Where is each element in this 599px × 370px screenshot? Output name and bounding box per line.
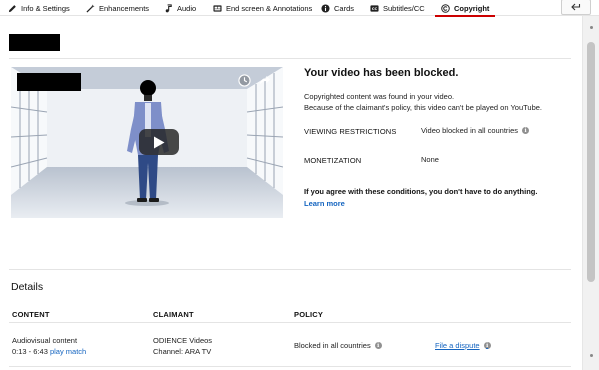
back-button[interactable] (561, 0, 591, 15)
viewing-restrictions-label: VIEWING RESTRICTIONS (304, 127, 397, 136)
back-arrow-icon (571, 3, 581, 11)
info-circle-icon (321, 3, 330, 13)
copyright-icon (441, 3, 450, 13)
learn-more-link[interactable]: Learn more (304, 199, 345, 208)
editor-tab-bar: Info & Settings Enhancements Audio End s… (0, 0, 599, 17)
pencil-icon (8, 4, 16, 12)
claimant-name: ODIENCE Videos (153, 336, 213, 345)
tab-enhancements[interactable]: Enhancements (86, 0, 149, 16)
viewing-restrictions-text: Video blocked in all countries (421, 126, 519, 135)
table-row-divider (9, 366, 571, 367)
tab-label: Info & Settings (21, 3, 70, 13)
video-player[interactable] (11, 67, 283, 218)
details-heading: Details (11, 281, 44, 293)
policy-cell: Blocked in all countries i (294, 341, 382, 350)
tab-end-screen-annotations[interactable]: End screen & Annotations (213, 0, 312, 16)
svg-text:CC: CC (372, 7, 378, 11)
blocked-status-title: Your video has been blocked. (304, 67, 459, 79)
info-icon[interactable]: i (522, 127, 530, 134)
music-note-icon (165, 3, 172, 12)
info-icon[interactable]: i (374, 342, 382, 349)
tab-label: Enhancements (99, 3, 150, 13)
cc-icon: CC (370, 4, 379, 12)
tab-label: Copyright (454, 3, 490, 13)
file-dispute-label: File a dispute (435, 341, 480, 350)
tab-cards[interactable]: Cards (321, 0, 354, 16)
details-top-divider (9, 269, 571, 270)
play-match-link[interactable]: play match (50, 347, 86, 356)
tab-copyright[interactable]: Copyright (434, 0, 496, 17)
policy-text: Blocked in all countries (294, 341, 371, 350)
tab-label: End screen & Annotations (226, 3, 313, 13)
vertical-scrollbar[interactable] (582, 16, 599, 370)
redacted-video-title (9, 34, 60, 51)
share-icon[interactable] (257, 73, 271, 87)
claimant-policy-text: Because of the claimant's policy, this v… (304, 103, 543, 112)
tab-audio[interactable]: Audio (164, 0, 196, 16)
tab-label: Audio (177, 3, 197, 13)
table-header-divider (9, 322, 571, 323)
header-divider (9, 58, 571, 59)
file-dispute-link[interactable]: File a dispute i (435, 341, 491, 350)
magic-wand-icon (86, 3, 95, 13)
monetization-label: MONETIZATION (304, 156, 362, 165)
scrollbar-thumb[interactable] (587, 42, 595, 282)
monetization-value: None (421, 155, 439, 164)
tab-info-settings[interactable]: Info & Settings (8, 0, 70, 16)
column-header-content: CONTENT (12, 310, 50, 319)
tab-label: Subtitles/CC (383, 3, 425, 13)
play-button[interactable] (139, 129, 179, 155)
viewing-restrictions-value: Video blocked in all countries i (421, 126, 530, 135)
clock-icon[interactable] (237, 73, 251, 87)
column-header-claimant: CLAIMANT (153, 310, 194, 319)
content-range-cell: 0:13 - 6:43 play match (12, 347, 86, 356)
end-screen-icon (213, 4, 222, 12)
agree-conditions-text: If you agree with these conditions, you … (304, 187, 538, 196)
info-icon[interactable]: i (483, 342, 491, 349)
tab-subtitles-cc[interactable]: CC Subtitles/CC (370, 0, 425, 16)
tab-label: Cards (334, 3, 355, 13)
column-header-policy: POLICY (294, 310, 324, 319)
play-icon (154, 136, 165, 148)
content-time-range: 0:13 - 6:43 (12, 347, 48, 356)
copyright-found-text: Copyrighted content was found in your vi… (304, 92, 455, 101)
redacted-channel-overlay (17, 73, 81, 91)
claimant-channel: Channel: ARA TV (153, 347, 212, 356)
content-type: Audiovisual content (12, 336, 78, 345)
